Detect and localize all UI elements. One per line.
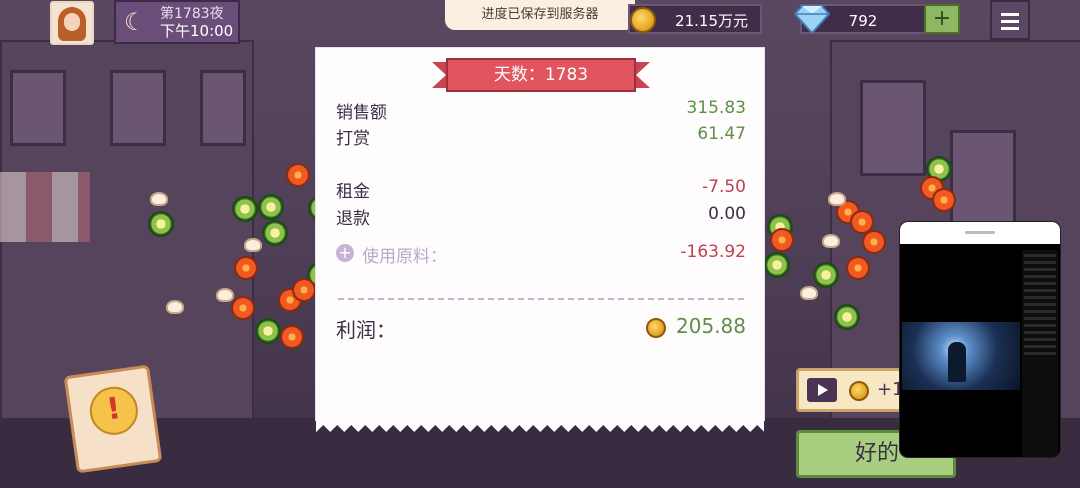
profit-value: 205.88 — [676, 314, 746, 338]
chat-sidebar — [1022, 250, 1058, 457]
hamburger-menu-icon[interactable] — [990, 0, 1030, 40]
window — [950, 130, 1016, 226]
row-label: 租金 — [336, 182, 370, 202]
row-value: 0.00 — [708, 204, 746, 224]
row-value: 315.83 — [686, 98, 746, 118]
watch-ad-button[interactable]: +1 — [796, 368, 906, 412]
garlic-clove — [166, 300, 184, 314]
floating-video-window[interactable] — [900, 222, 1060, 457]
receipt-row-rent: 租金 -7.50 — [336, 177, 746, 202]
row-value: -7.50 — [702, 177, 746, 197]
receipt-row-profit: 利润： 205.88 — [336, 314, 746, 344]
tomato-slice — [234, 256, 258, 280]
receipt-divider — [338, 298, 744, 300]
window — [860, 80, 926, 176]
player-avatar[interactable] — [50, 1, 94, 45]
tomato-slice — [286, 163, 310, 187]
receipt-row-sales: 销售额 315.83 — [336, 98, 746, 123]
receipt-row-tips: 打赏 61.47 — [336, 124, 746, 149]
garlic-clove — [244, 238, 262, 252]
jalapeno-slice — [255, 318, 281, 344]
expand-plus-icon[interactable]: + — [336, 244, 354, 262]
garlic-clove — [800, 286, 818, 300]
garlic-clove — [822, 234, 840, 248]
diamond-icon — [794, 5, 830, 34]
day-ribbon: 天数：1783 — [432, 58, 650, 92]
tomato-slice — [846, 256, 870, 280]
row-label: 打赏 — [336, 129, 370, 149]
tomato-slice — [280, 325, 304, 349]
window-handle[interactable] — [900, 222, 1060, 244]
garlic-clove — [150, 192, 168, 206]
jalapeno-slice — [834, 304, 860, 330]
window — [200, 70, 246, 146]
jalapeno-slice — [813, 262, 839, 288]
jalapeno-slice — [764, 252, 790, 278]
row-label: 使用原料： — [362, 247, 447, 267]
tomato-slice — [862, 230, 886, 254]
coin-icon — [646, 318, 666, 338]
garlic-clove — [216, 288, 234, 302]
jalapeno-slice — [262, 220, 288, 246]
window — [110, 70, 166, 146]
coin-icon — [849, 381, 869, 401]
row-value: -163.92 — [680, 242, 746, 262]
day-ribbon-label: 天数：1783 — [446, 58, 636, 92]
tomato-slice — [292, 278, 316, 302]
buy-gems-button[interactable]: + — [924, 4, 960, 34]
striped-awning — [0, 172, 90, 242]
row-label: 退款 — [336, 209, 370, 229]
coin-icon — [630, 7, 656, 33]
jalapeno-slice — [148, 211, 174, 237]
jalapeno-slice — [232, 196, 258, 222]
save-toast: 进度已保存到服务器 — [445, 0, 635, 30]
alert-card[interactable]: ! — [63, 364, 163, 474]
row-value: 61.47 — [697, 124, 746, 144]
profit-label: 利润： — [336, 318, 396, 342]
receipt-row-refund: 退款 0.00 — [336, 204, 746, 229]
tomato-slice — [231, 296, 255, 320]
garlic-clove — [828, 192, 846, 206]
play-video-icon — [807, 378, 837, 402]
jalapeno-slice — [258, 194, 284, 220]
exclamation-icon: ! — [86, 383, 141, 438]
crescent-moon-icon: ☾ — [124, 8, 146, 36]
clock-time: 下午10:00 — [160, 22, 234, 40]
video-thumbnail[interactable] — [902, 322, 1020, 390]
tomato-slice — [770, 228, 794, 252]
receipt-row-ingredients[interactable]: + 使用原料： -163.92 — [336, 242, 746, 267]
window — [10, 70, 66, 146]
row-label: 销售额 — [336, 103, 387, 123]
day-time-panel: ☾ 第1783夜 下午10:00 — [114, 0, 240, 44]
tomato-slice — [932, 188, 956, 212]
